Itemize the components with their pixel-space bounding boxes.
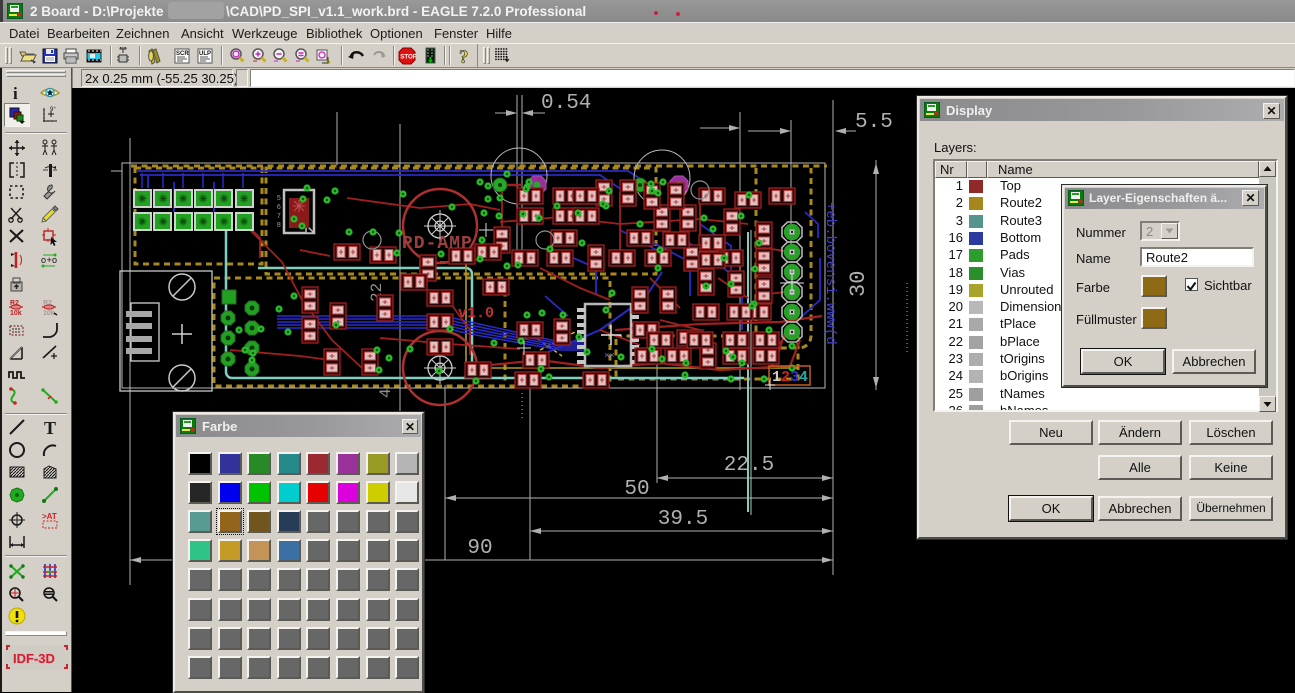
svg-text:××: ×× [604, 351, 615, 361]
svg-text:IDF-3D: IDF-3D [13, 651, 55, 666]
svg-text:v1.0: v1.0 [458, 305, 494, 322]
svg-text:5: 5 [277, 195, 281, 203]
svg-text:+: + [47, 255, 52, 265]
svg-text:o: o [41, 255, 46, 265]
svg-text:PD-AMP: PD-AMP [402, 234, 473, 254]
svg-text:SCR: SCR [176, 51, 189, 57]
svg-text:T: T [44, 418, 56, 437]
svg-text:50: 50 [624, 478, 649, 501]
svg-text:o: o [52, 255, 57, 265]
svg-text:ULP: ULP [199, 51, 211, 57]
svg-text:9°: 9° [50, 107, 56, 113]
svg-text:7: 7 [277, 213, 281, 221]
svg-text:+eb.bovensi.www(d: +eb.bovensi.www(d [822, 202, 838, 345]
svg-text:1234: 1234 [772, 369, 808, 386]
svg-text:10k: 10k [10, 310, 22, 317]
svg-text:90: 90 [467, 537, 492, 560]
svg-text:8: 8 [277, 222, 281, 230]
svg-text:4: 4 [377, 388, 395, 398]
svg-text:10k: 10k [43, 310, 55, 317]
svg-text:5.5: 5.5 [855, 111, 893, 134]
svg-text:6: 6 [277, 204, 281, 212]
svg-text:0.54: 0.54 [541, 92, 591, 115]
svg-text:>AT: >AT [42, 512, 57, 521]
svg-text:30: 30 [846, 271, 871, 297]
svg-text:39.5: 39.5 [658, 508, 708, 531]
svg-text:?: ? [459, 47, 469, 65]
svg-text:STOP: STOP [400, 54, 416, 61]
svg-text:i: i [13, 84, 18, 103]
